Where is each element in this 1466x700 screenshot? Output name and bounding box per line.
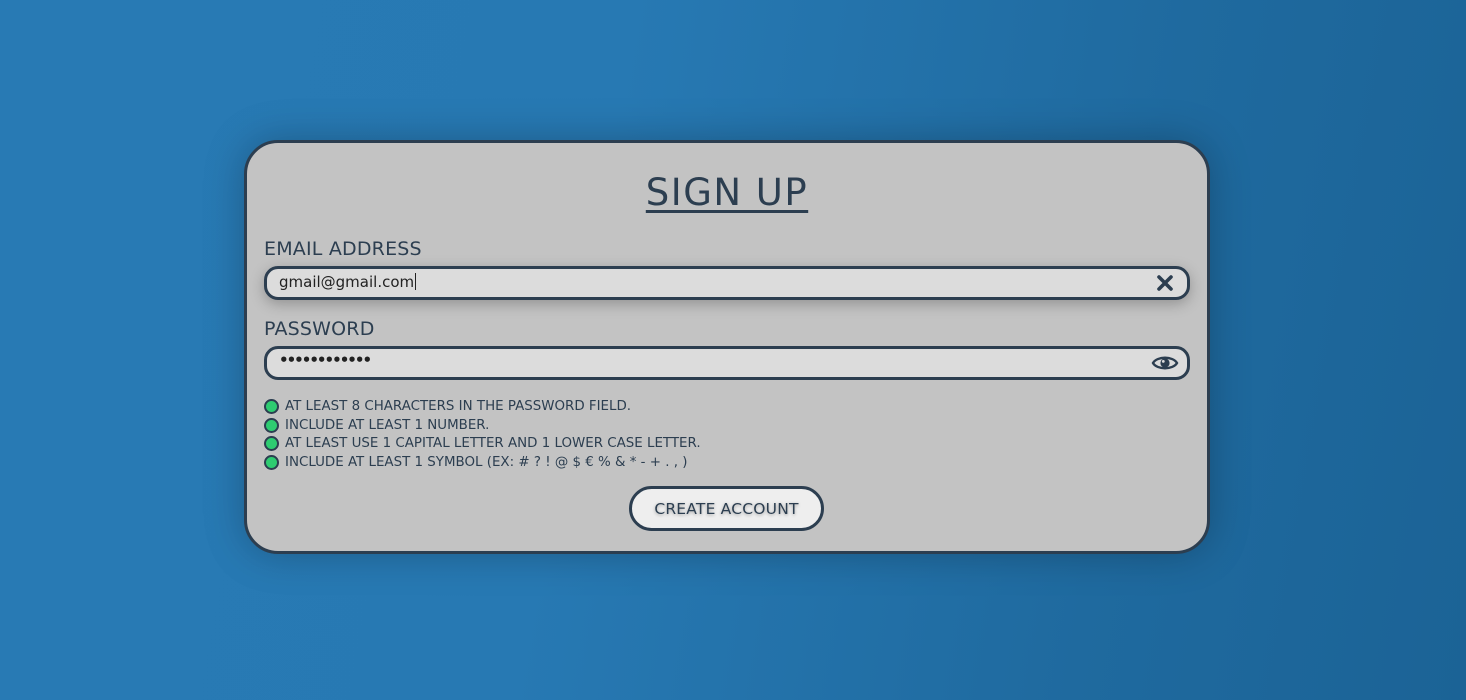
clear-email-button[interactable] (1151, 271, 1179, 295)
password-label: PASSWORD (264, 318, 375, 340)
requirement-item: INCLUDE AT LEAST 1 NUMBER. (264, 416, 701, 435)
requirement-text: INCLUDE AT LEAST 1 NUMBER. (285, 417, 490, 433)
signup-card: SIGN UP EMAIL ADDRESS gmail@gmail.com PA… (244, 140, 1210, 554)
requirement-item: INCLUDE AT LEAST 1 SYMBOL (EX: # ? ! @ $… (264, 453, 701, 472)
create-account-button[interactable]: CREATE ACCOUNT (629, 486, 824, 531)
email-field[interactable]: gmail@gmail.com (264, 266, 1190, 300)
text-caret (415, 273, 417, 290)
password-requirements-list: AT LEAST 8 CHARACTERS IN THE PASSWORD FI… (264, 397, 701, 472)
page-title: SIGN UP (645, 171, 809, 214)
password-field[interactable]: •••••••••••• (264, 346, 1190, 380)
email-value: gmail@gmail.com (279, 273, 415, 291)
requirement-met-indicator (264, 417, 279, 433)
email-label: EMAIL ADDRESS (264, 238, 422, 260)
requirement-text: INCLUDE AT LEAST 1 SYMBOL (EX: # ? ! @ $… (285, 454, 688, 470)
requirement-text: AT LEAST 8 CHARACTERS IN THE PASSWORD FI… (285, 398, 632, 414)
requirement-met-indicator (264, 436, 279, 452)
close-icon (1157, 275, 1173, 291)
email-input[interactable]: gmail@gmail.com (279, 273, 417, 291)
requirement-item: AT LEAST USE 1 CAPITAL LETTER AND 1 LOWE… (264, 434, 701, 453)
requirement-met-indicator (264, 398, 279, 414)
requirement-text: AT LEAST USE 1 CAPITAL LETTER AND 1 LOWE… (285, 436, 701, 452)
eye-icon (1151, 356, 1179, 370)
toggle-password-visibility-button[interactable] (1151, 351, 1179, 375)
requirement-item: AT LEAST 8 CHARACTERS IN THE PASSWORD FI… (264, 397, 701, 416)
requirement-met-indicator (264, 454, 279, 470)
password-input[interactable]: •••••••••••• (279, 351, 372, 369)
